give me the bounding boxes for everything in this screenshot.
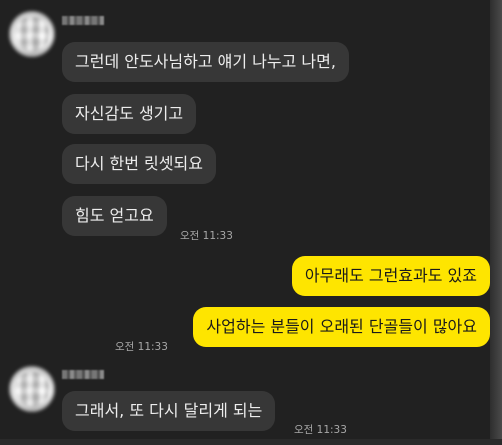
bottom-edge <box>0 439 502 445</box>
message-timestamp: 오전 11:33 <box>115 341 168 353</box>
chat-pane: 그런데 안도사님하고 얘기 나누고 나면, 자신감도 생기고 다시 한번 릿셋되… <box>0 0 490 445</box>
incoming-message[interactable]: 힘도 얻고요 <box>62 196 167 236</box>
incoming-message[interactable]: 그런데 안도사님하고 얘기 나누고 나면, <box>62 42 349 82</box>
incoming-message[interactable]: 자신감도 생기고 <box>62 94 197 134</box>
outgoing-message[interactable]: 사업하는 분들이 오래된 단골들이 많아요 <box>193 307 490 347</box>
sender-name-blurred <box>62 370 104 379</box>
incoming-message[interactable]: 다시 한번 릿셋되요 <box>62 144 216 184</box>
sender-name-blurred <box>62 16 104 25</box>
sender-avatar[interactable] <box>9 11 55 57</box>
outgoing-message[interactable]: 아무래도 그런효과도 있죠 <box>291 256 490 296</box>
window-edge <box>490 0 502 445</box>
incoming-message[interactable]: 그래서, 또 다시 달리게 되는 <box>62 391 276 431</box>
sender-avatar[interactable] <box>9 366 55 412</box>
message-timestamp: 오전 11:33 <box>294 424 347 436</box>
message-timestamp: 오전 11:33 <box>180 230 233 242</box>
